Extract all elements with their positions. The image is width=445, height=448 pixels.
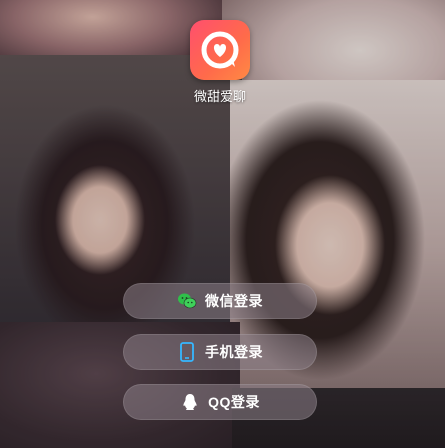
wechat-login-label: 微信登录: [205, 293, 263, 309]
app-logo: [190, 20, 250, 80]
qq-login-label: QQ登录: [208, 394, 260, 410]
heart-chat-bubble-icon: [201, 31, 239, 69]
qq-login-button[interactable]: QQ登录: [123, 384, 317, 420]
wechat-login-button[interactable]: 微信登录: [123, 283, 317, 319]
phone-icon: [177, 342, 197, 362]
app-name: 微甜爱聊: [193, 89, 246, 104]
phone-login-label: 手机登录: [205, 344, 263, 360]
phone-login-button[interactable]: 手机登录: [123, 334, 317, 370]
wechat-icon: [177, 291, 197, 311]
qq-icon: [180, 392, 200, 412]
